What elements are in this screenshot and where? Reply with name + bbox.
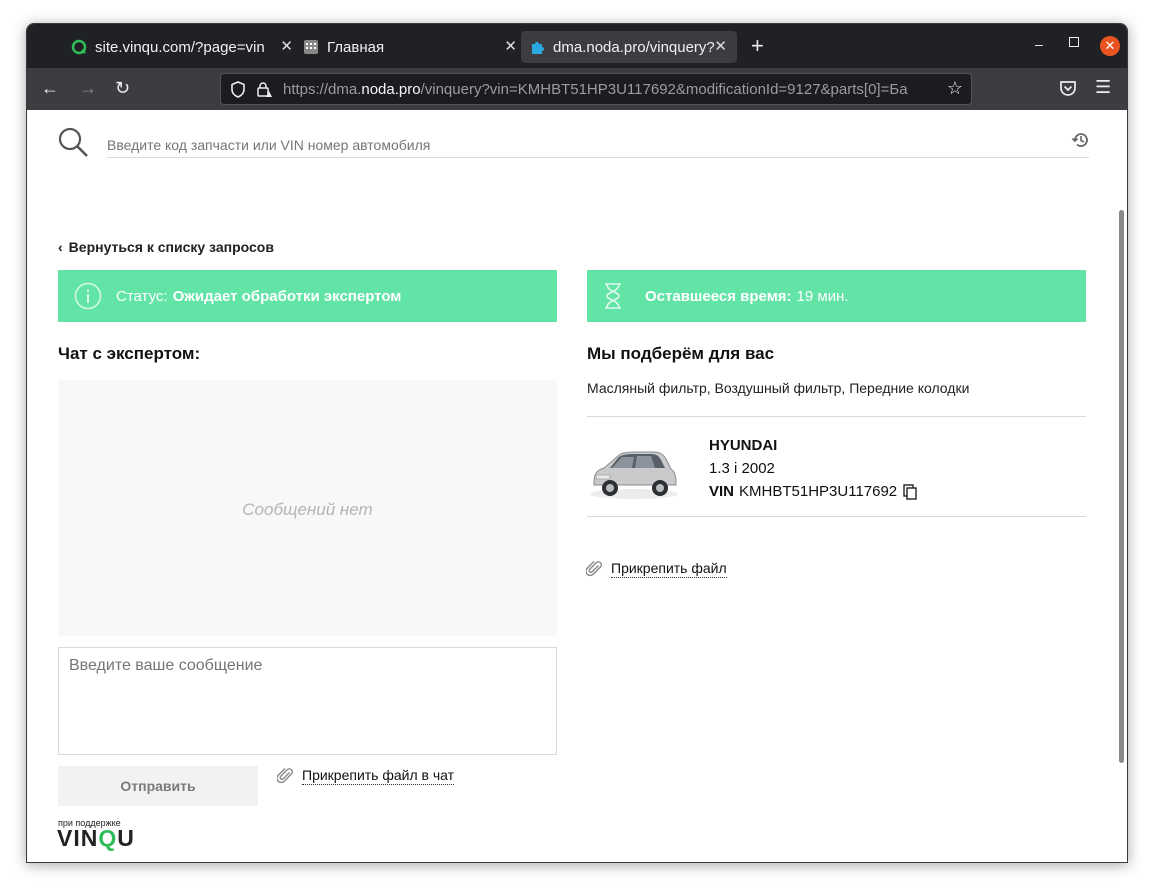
tab-title: Главная: [327, 38, 385, 56]
attach-file-label: Прикрепить файл: [611, 560, 727, 578]
attach-chat-label: Прикрепить файл в чат: [302, 767, 455, 785]
minimize-icon[interactable]: –: [1035, 36, 1043, 52]
divider-bottom: [587, 516, 1086, 517]
car-modification: 1.3 i 2002: [709, 460, 775, 477]
status-label: Статус:: [116, 287, 168, 305]
bookmark-star-icon[interactable]: ☆: [947, 78, 963, 99]
attach-file-to-chat-link[interactable]: Прикрепить файл в чат: [277, 767, 455, 785]
shield-icon[interactable]: [230, 81, 246, 98]
tab-dma-noda[interactable]: dma.noda.pro/vinquery?v ✕: [521, 31, 737, 63]
chat-empty-text: Сообщений нет: [242, 500, 373, 519]
back-arrow-icon[interactable]: ←: [41, 78, 59, 98]
info-icon: [74, 282, 102, 310]
search-input[interactable]: [107, 132, 1089, 158]
pocket-icon[interactable]: [1059, 80, 1077, 97]
status-value: Ожидает обработки экспертом: [172, 287, 402, 305]
attach-file-link[interactable]: Прикрепить файл: [586, 560, 727, 578]
paperclip-icon: [586, 561, 602, 577]
chat-title: Чат с экспертом:: [58, 344, 201, 363]
tab-close-icon[interactable]: ✕: [280, 37, 293, 55]
send-button[interactable]: Отправить: [58, 766, 258, 806]
car-vin: VIN KMHBT51HP3U117692: [709, 483, 917, 500]
url-bar[interactable]: https://dma.noda.pro/vinquery?vin=KMHBT5…: [220, 73, 972, 105]
hourglass-icon: [605, 283, 621, 309]
maximize-icon[interactable]: [1069, 37, 1079, 47]
new-tab-icon[interactable]: +: [751, 34, 764, 58]
tab-glavnaya[interactable]: Главная ✕: [303, 31, 517, 63]
tab-close-icon[interactable]: ✕: [714, 37, 727, 55]
car-make: HYUNDAI: [709, 437, 778, 454]
status-banner: Статус: Ожидает обработки экспертом: [58, 270, 557, 322]
divider-top: [587, 416, 1086, 417]
lock-warning-icon[interactable]: [256, 81, 273, 98]
chevron-left-icon: ‹: [58, 239, 63, 255]
puzzle-favicon-icon: [532, 42, 544, 54]
tab-title: site.vinqu.com/?page=vin: [95, 38, 265, 56]
copy-icon[interactable]: [903, 483, 917, 500]
vinqu-logo[interactable]: VINQU: [57, 825, 135, 852]
nav-bar: ← → ↻ https://dma.noda.pro/vinquery?vin=…: [27, 68, 1127, 110]
chat-messages-area: Сообщений нет: [58, 380, 557, 636]
logo-text-vin: VIN: [57, 825, 99, 851]
vin-value: KMHBT51HP3U117692: [739, 483, 898, 500]
paperclip-icon: [277, 768, 293, 784]
scrollbar[interactable]: [1119, 210, 1124, 763]
tab-title: dma.noda.pro/vinquery?v: [553, 38, 715, 56]
history-icon[interactable]: [1071, 130, 1091, 150]
search-icon[interactable]: [57, 126, 89, 158]
car-image: [590, 451, 678, 499]
back-to-requests-link[interactable]: ‹ Вернуться к списку запросов: [58, 239, 274, 255]
browser-window: site.vinqu.com/?page=vin ✕ Главная ✕ dma…: [26, 23, 1128, 863]
timer-value: 19 мин.: [796, 287, 849, 305]
picks-title: Мы подберём для вас: [587, 344, 775, 363]
vin-label: VIN: [709, 483, 735, 500]
back-link-label: Вернуться к списку запросов: [68, 239, 274, 255]
tab-close-icon[interactable]: ✕: [504, 37, 517, 55]
url-prefix: https://dma.: [283, 81, 362, 98]
forward-arrow-icon[interactable]: →: [79, 78, 97, 98]
page-content: ‹ Вернуться к списку запросов Статус:Ожид…: [27, 110, 1127, 862]
timer-label: Оставшееся время:: [645, 287, 792, 305]
url-text[interactable]: https://dma.noda.pro/vinquery?vin=KMHBT5…: [283, 81, 943, 98]
reload-icon[interactable]: ↻: [115, 78, 130, 98]
tab-bar: site.vinqu.com/?page=vin ✕ Главная ✕ dma…: [27, 24, 1127, 68]
url-path: /vinquery?vin=KMHBT51HP3U117692&modifica…: [420, 81, 908, 98]
tab-site-vinqu[interactable]: site.vinqu.com/?page=vin ✕: [71, 31, 293, 63]
menu-hamburger-icon[interactable]: ☰: [1095, 77, 1111, 98]
logo-text-q: Q: [98, 825, 118, 851]
url-domain: noda.pro: [361, 81, 421, 98]
message-input[interactable]: [58, 647, 557, 755]
requested-parts-list: Масляный фильтр, Воздушный фильтр, Перед…: [587, 380, 970, 396]
grid-favicon-icon: [304, 40, 318, 54]
timer-banner: Оставшееся время: 19 мин.: [587, 270, 1086, 322]
window-close-icon[interactable]: ✕: [1100, 36, 1120, 56]
logo-text-u: U: [117, 825, 135, 851]
vinqu-favicon-icon: [71, 39, 87, 55]
